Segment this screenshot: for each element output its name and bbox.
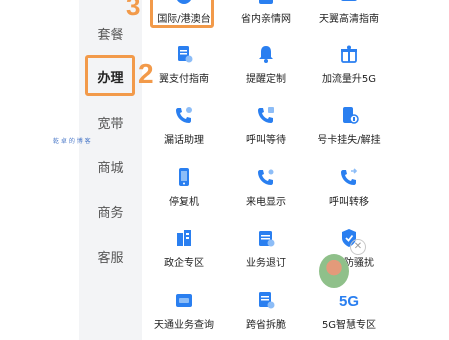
grid-item-label: 跨省拆脆 (246, 320, 286, 331)
grid-item-label: 省内亲情网 (241, 14, 291, 25)
step-3-annotation: 3 (126, 0, 141, 21)
payment-doc-icon (178, 46, 193, 63)
family-icon (259, 0, 273, 4)
building-icon (177, 230, 191, 246)
sidebar-item-package[interactable]: 套餐 (79, 24, 142, 43)
grid-item-label: 业务退订 (246, 258, 286, 269)
watermark-text: 乾 卓 的 博 客 (53, 138, 91, 145)
grid-item-label: 加流量升5G (321, 74, 377, 85)
grid-item-label: 天通业务查询 (154, 320, 214, 331)
category-sidebar: 套餐 办理 宽带 商城 商务 客服 (79, 0, 142, 340)
close-icon[interactable]: ✕ (350, 239, 366, 255)
grid-item-label: 提醒定制 (246, 74, 286, 85)
sidebar-item-mall[interactable]: 商城 (79, 157, 142, 176)
grid-item-label: 呼叫转移 (329, 197, 369, 208)
floating-assistant-avatar[interactable] (319, 254, 349, 288)
grid-item-label: 呼叫等待 (246, 135, 286, 146)
globe-icon (177, 0, 191, 4)
sidebar-item-business[interactable]: 商务 (79, 202, 142, 221)
grid-item-label: 号卡挂失/解挂 (317, 135, 381, 146)
grid-item-label: 政企专区 (164, 258, 204, 269)
grid-item-label: 翼支付指南 (159, 74, 209, 85)
grid-item-label: 来电显示 (246, 197, 286, 208)
phone-assistant-icon (176, 107, 192, 123)
5g-icon: 5G (339, 293, 359, 310)
grid-item-label: 漏话助理 (164, 135, 204, 146)
phone-lock-icon (343, 107, 359, 124)
satellite-card-icon (176, 294, 192, 307)
unsubscribe-icon (259, 231, 275, 247)
sidebar-item-broadband[interactable]: 宽带 (79, 113, 142, 132)
highlight-box-handle (85, 55, 135, 96)
mobile-phone-icon (179, 168, 189, 186)
grid-item-label: 停复机 (169, 197, 199, 208)
svg-text:5G: 5G (339, 293, 359, 310)
grid-item-label: 天翼防骚扰 (324, 258, 374, 269)
upgrade-gift-icon (341, 45, 357, 63)
grid-item-label: 国际/港澳台 (157, 14, 211, 25)
grid-item-label: 天翼高清指南 (319, 14, 379, 25)
phone-wait-icon (258, 107, 274, 123)
bell-icon (259, 46, 273, 63)
tv-guide-icon (341, 0, 357, 1)
sidebar-item-service[interactable]: 客服 (79, 247, 142, 266)
caller-id-icon (258, 169, 274, 185)
cross-province-icon (259, 292, 275, 309)
grid-item-label: 5G智慧专区 (321, 320, 377, 331)
call-forward-icon (341, 168, 358, 185)
